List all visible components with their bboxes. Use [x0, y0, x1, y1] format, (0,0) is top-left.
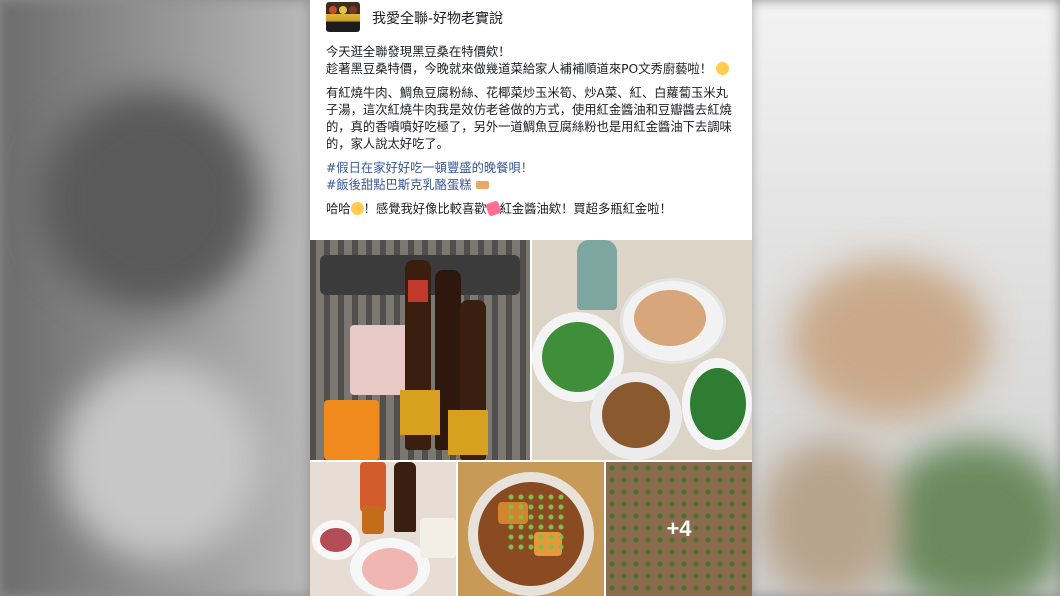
- post-header: 我愛全聯-好物老實說: [310, 0, 752, 36]
- photo-shopping-basket[interactable]: [310, 240, 530, 460]
- closing-text-a: 哈哈: [326, 202, 351, 216]
- post-paragraph-dishes: 有紅燒牛肉、鯛魚豆腐粉絲、花椰菜炒玉米筍、炒A菜、紅、白蘿蔔玉米丸子湯，這次紅燒…: [326, 86, 732, 151]
- group-avatar[interactable]: [326, 2, 360, 32]
- hashtag-link-dinner[interactable]: #假日在家好好吃一頓豐盛的晚餐唄！: [326, 160, 740, 177]
- grinning-face-emoji-icon: [350, 202, 364, 215]
- post-paragraph-closing: 哈哈 ！感覺我好像比較喜歡 紅金醬油欸！買超多瓶紅金啦！: [326, 200, 740, 218]
- more-photos-count[interactable]: +4: [666, 516, 691, 542]
- more-photos-overlay[interactable]: +4: [606, 462, 752, 596]
- post-hashtags: #假日在家好好吃一頓豐盛的晚餐唄！ #飯後甜點巴斯克乳酪蛋糕: [326, 160, 740, 194]
- post-paragraph-intro: 今天逛全聯發現黑豆桑在特價欸！ 趁著黑豆桑特價，今晚就來做幾道菜給家人補補順道來…: [326, 44, 740, 78]
- closing-text-b: ！感覺我好像比較喜歡: [363, 202, 487, 216]
- post-intro-line1: 今天逛全聯發現黑豆桑在特價欸！: [326, 45, 511, 59]
- photo-ingredients[interactable]: [310, 462, 456, 596]
- post-intro-line2: 趁著黑豆桑特價，今晚就來做幾道菜給家人補補順道來PO文秀廚藝啦！: [326, 62, 713, 76]
- post-body: 今天逛全聯發現黑豆桑在特價欸！ 趁著黑豆桑特價，今晚就來做幾道菜給家人補補順道來…: [326, 44, 740, 225]
- smiling-face-emoji-icon: [715, 62, 729, 75]
- photo-tofu-dish-more[interactable]: +4: [606, 462, 752, 596]
- cake-emoji-icon: [475, 181, 489, 189]
- photo-braised-beef[interactable]: [458, 462, 604, 596]
- closing-text-c: 紅金醬油欸！買超多瓶紅金啦！: [499, 202, 672, 216]
- photo-dinner-spread[interactable]: [532, 240, 752, 460]
- hashtag-link-cheesecake[interactable]: #飯後甜點巴斯克乳酪蛋糕: [326, 178, 472, 192]
- facebook-post: 我愛全聯-好物老實說 今天逛全聯發現黑豆桑在特價欸！ 趁著黑豆桑特價，今晚就來做…: [310, 0, 752, 596]
- group-name-link[interactable]: 我愛全聯-好物老實說: [372, 8, 503, 28]
